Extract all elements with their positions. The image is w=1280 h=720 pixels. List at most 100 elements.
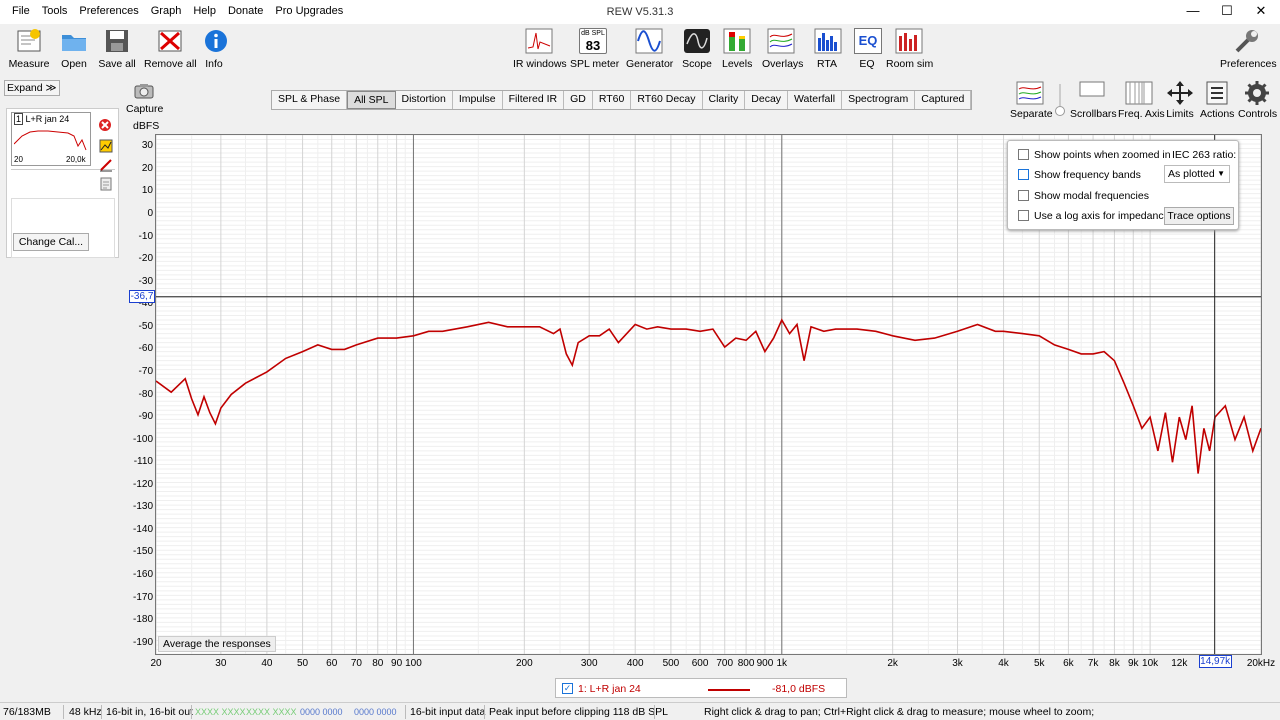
preferences-button[interactable]: Preferences (1220, 28, 1277, 70)
show-bands-option[interactable]: Show frequency bands (1018, 169, 1141, 181)
measurement-thumbnail[interactable]: 1 L+R jan 24 20 20,0k (11, 112, 91, 166)
tab-gd[interactable]: GD (564, 91, 593, 109)
close-button[interactable]: ✕ (1246, 3, 1276, 19)
minimize-button[interactable]: — (1178, 3, 1208, 18)
graph-tabs: SPL & Phase All SPL Distortion Impulse Filte… (271, 90, 973, 110)
capture-button[interactable]: Capture (126, 82, 163, 115)
tab-all-spl[interactable]: All SPL (347, 91, 396, 109)
rta-button[interactable]: RTA (814, 28, 842, 70)
expand-button[interactable]: Expand ≫ (4, 80, 60, 96)
x-tick-label: 600 (691, 658, 709, 669)
x-tick-label: 400 (626, 658, 644, 669)
log-axis-checkbox[interactable] (1018, 210, 1029, 221)
overlays-button[interactable]: Overlays (762, 28, 803, 70)
tab-spectrogram[interactable]: Spectrogram (842, 91, 916, 109)
tab-clarity[interactable]: Clarity (703, 91, 746, 109)
x-tick-label: 20 (150, 658, 162, 669)
y-tick-label: 30 (141, 140, 153, 152)
x-tick-label: 7k (1087, 658, 1099, 669)
info-icon (205, 30, 227, 52)
eq-button[interactable]: EQ EQ (854, 28, 882, 70)
room-sim-button[interactable]: Room sim (886, 28, 933, 70)
x-tick-label: 4k (998, 658, 1009, 669)
trace-legend: ✓ 1: L+R jan 24 -81,0 dBFS (555, 678, 847, 698)
show-points-checkbox[interactable] (1018, 149, 1029, 160)
x-tick-label: 5k (1033, 658, 1045, 669)
as-plotted-select[interactable]: As plotted ▼ (1164, 165, 1230, 183)
limits-button[interactable]: Limits (1164, 80, 1196, 120)
generator-button[interactable]: Generator (626, 28, 673, 70)
open-button[interactable]: Open (58, 28, 90, 70)
separate-button[interactable]: Separate (1010, 80, 1053, 120)
spl-meter-icon: dB SPL 83 (579, 28, 607, 54)
scope-button[interactable]: Scope (682, 28, 712, 70)
separation-slider[interactable] (1055, 84, 1065, 118)
trace-options-button[interactable]: Trace options (1164, 207, 1234, 225)
memory-usage: 76/183MB (3, 706, 51, 718)
chart-icon[interactable] (99, 139, 113, 153)
show-points-option[interactable]: Show points when zoomed in (1018, 149, 1171, 161)
show-modal-checkbox[interactable] (1018, 190, 1029, 201)
y-tick-label: -50 (138, 320, 153, 332)
limits-icon (1167, 81, 1193, 105)
generator-icon (635, 28, 663, 54)
x-tick-label: 1k (776, 658, 788, 669)
tab-rt60-decay[interactable]: RT60 Decay (631, 91, 703, 109)
levels-button[interactable]: Levels (722, 28, 752, 70)
x-tick-label: 80 (372, 658, 384, 669)
y-tick-label: -10 (138, 230, 153, 242)
bit-depth: 16-bit in, 16-bit out (106, 706, 193, 718)
average-responses-button[interactable]: Average the responses (158, 636, 276, 652)
y-tick-label: 20 (141, 162, 153, 174)
spl-meter-button[interactable]: dB SPL 83 SPL meter (570, 28, 619, 70)
y-tick-label: -80 (138, 388, 153, 400)
change-cal-button[interactable]: Change Cal... (13, 233, 89, 251)
tab-waterfall[interactable]: Waterfall (788, 91, 843, 109)
trace-swatch (708, 689, 750, 691)
log-axis-option[interactable]: Use a log axis for impedance (1018, 210, 1169, 222)
iec-ratio-label: IEC 263 ratio: (1172, 149, 1237, 161)
x-tick-label: 700 (716, 658, 734, 669)
x-tick-label: 800 (737, 658, 755, 669)
x-tick-label: 60 (326, 658, 338, 669)
info-button[interactable]: Info (202, 28, 227, 70)
overlays-icon (767, 28, 795, 54)
input-clip-meter: 0000 0000 (300, 707, 343, 717)
room-sim-icon (895, 28, 923, 54)
tab-decay[interactable]: Decay (745, 91, 789, 109)
tab-spl-phase[interactable]: SPL & Phase (272, 91, 348, 109)
pen-icon[interactable] (99, 158, 113, 172)
freq-axis-button[interactable]: Freq. Axis (1118, 80, 1165, 120)
ir-windows-button[interactable]: IR windows (513, 28, 567, 70)
show-bands-checkbox[interactable] (1018, 169, 1029, 180)
tab-distortion[interactable]: Distortion (396, 91, 453, 109)
notes-icon[interactable] (99, 177, 113, 191)
gear-icon (1245, 81, 1269, 105)
y-tick-label: -60 (138, 343, 153, 355)
scrollbars-button[interactable]: Scrollbars (1070, 80, 1117, 120)
actions-icon (1206, 81, 1228, 105)
remove-all-button[interactable]: Remove all (144, 28, 197, 70)
trace-checkbox[interactable]: ✓ (562, 683, 573, 694)
freq-axis-icon (1125, 81, 1153, 105)
measurement-index: 1 (14, 113, 24, 125)
y-tick-label: 10 (141, 185, 153, 197)
measure-button[interactable]: Measure (8, 28, 50, 70)
actions-button[interactable]: Actions (1200, 80, 1234, 120)
show-modal-option[interactable]: Show modal frequencies (1018, 190, 1149, 202)
controls-button[interactable]: Controls (1238, 80, 1277, 120)
trace-name: 1: L+R jan 24 (578, 683, 641, 695)
x-tick-label: 6k (1063, 658, 1074, 669)
remove-measurement-icon[interactable] (97, 117, 113, 133)
tab-impulse[interactable]: Impulse (453, 91, 503, 109)
tab-rt60[interactable]: RT60 (593, 91, 632, 109)
save-all-button[interactable]: Save all (98, 28, 136, 70)
maximize-button[interactable]: ☐ (1212, 3, 1242, 19)
tab-filtered-ir[interactable]: Filtered IR (503, 91, 565, 109)
x-tick-label: 500 (662, 658, 680, 669)
tab-captured[interactable]: Captured (915, 91, 972, 109)
graph-options-panel: Show points when zoomed in IEC 263 ratio… (1007, 140, 1239, 230)
thumb-x-end: 20,0k (66, 155, 86, 164)
y-tick-label: -150 (132, 546, 153, 558)
measurement-list: 1 L+R jan 24 20 20,0k Change Cal... (6, 108, 119, 258)
